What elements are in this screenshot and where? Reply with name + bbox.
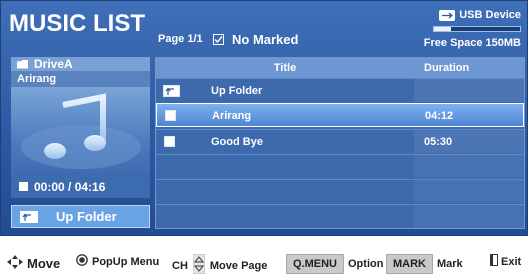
checkbox[interactable]	[165, 110, 176, 121]
list-item-arirang[interactable]: Arirang 04:12	[156, 103, 524, 127]
ok-button-icon	[76, 254, 88, 269]
up-folder-icon	[20, 210, 38, 223]
footer-mark-label: Mark	[437, 258, 463, 270]
empty-row	[156, 179, 524, 203]
drive-name: DriveA	[34, 57, 73, 71]
footer-exit: Exit	[490, 254, 521, 269]
marked-status: No Marked	[213, 32, 298, 47]
qmenu-key: Q.MENU	[286, 254, 344, 274]
page-title: MUSIC LIST	[9, 10, 145, 37]
empty-row	[156, 154, 524, 178]
key-guide-footer: Move PopUp Menu CH Move Page Q.MENU Opti…	[0, 250, 528, 278]
mark-key: MARK	[386, 254, 433, 274]
playback-time: 00:00 / 04:16	[11, 175, 150, 198]
footer-move-page: CH Move Page	[172, 253, 268, 277]
stop-icon	[19, 182, 28, 191]
folder-icon	[17, 59, 28, 69]
footer-move-label: Move	[27, 256, 61, 271]
page-indicator: Page 1/1	[158, 33, 203, 45]
duration-column-bg	[414, 155, 524, 178]
current-song-name: Arirang	[11, 71, 150, 87]
album-art	[11, 87, 150, 184]
drive-header: DriveA	[11, 57, 150, 71]
duration-column-bg	[414, 79, 524, 102]
checkbox[interactable]	[164, 136, 175, 147]
now-playing-panel: DriveA Arirang 00:00 / 04:16	[11, 57, 150, 199]
marked-status-text: No Marked	[232, 32, 299, 47]
exit-icon	[490, 254, 498, 269]
usb-icon	[439, 9, 456, 21]
playback-time-text: 00:00 / 04:16	[34, 179, 106, 194]
music-list-panel: MUSIC LIST Page 1/1 No Marked USB Device…	[0, 0, 528, 236]
dpad-icon	[6, 254, 24, 273]
music-note-icon	[21, 93, 141, 169]
file-list-header: Title Duration	[156, 58, 524, 78]
footer-ch-label: CH	[172, 259, 188, 272]
storage-usage-fill	[434, 27, 452, 31]
usb-device-info: USB Device Free Space 150MB	[424, 7, 521, 51]
list-item-title: Arirang	[212, 110, 252, 122]
usb-device-label: USB Device	[459, 9, 521, 21]
footer-popup-menu-label: PopUp Menu	[92, 255, 160, 268]
file-list: Title Duration Up Folder Arirang 04:12 G…	[155, 57, 525, 229]
footer-option: Q.MENU Option	[286, 254, 383, 274]
duration-column-bg	[414, 180, 524, 203]
footer-popup-menu: PopUp Menu	[76, 254, 159, 269]
free-space-text: Free Space 150MB	[423, 37, 521, 49]
list-item-duration: 04:12	[425, 110, 454, 122]
footer-mark: MARK Mark	[386, 254, 463, 274]
updown-icon	[192, 253, 206, 277]
list-item-up-folder[interactable]: Up Folder	[156, 78, 524, 102]
list-item-duration: 05:30	[424, 136, 453, 148]
footer-exit-label: Exit	[501, 255, 522, 268]
checkbox-icon	[213, 34, 224, 45]
footer-move-page-label: Move Page	[209, 259, 268, 272]
duration-column-bg	[414, 205, 524, 228]
column-header-title: Title	[273, 62, 297, 74]
column-header-duration: Duration	[424, 62, 470, 74]
up-folder-icon	[163, 85, 180, 97]
up-folder-button[interactable]: Up Folder	[11, 205, 150, 228]
empty-row	[156, 204, 524, 228]
list-item-title: Good Bye	[211, 136, 263, 148]
list-item-good-bye[interactable]: Good Bye 05:30	[156, 129, 524, 153]
up-folder-button-label: Up Folder	[56, 209, 117, 224]
footer-move: Move	[6, 254, 60, 273]
list-item-title: Up Folder	[211, 85, 263, 97]
storage-usage-bar	[433, 26, 521, 32]
footer-option-label: Option	[348, 258, 384, 270]
